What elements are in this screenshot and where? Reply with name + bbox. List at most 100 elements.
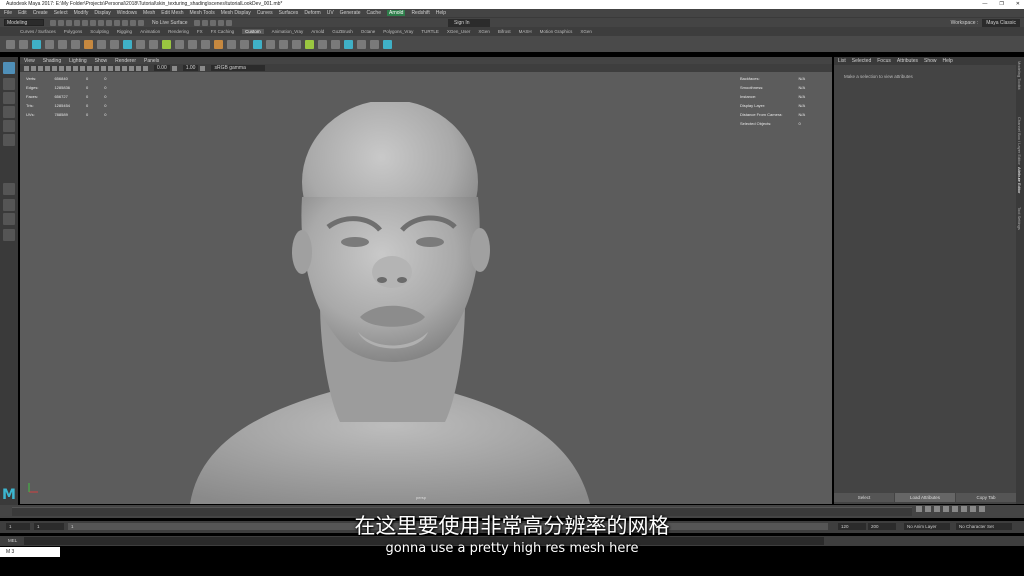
grid-icon[interactable]: [45, 65, 50, 71]
menu-surfaces[interactable]: Surfaces: [279, 10, 299, 16]
shelf-tool-icon[interactable]: [240, 39, 249, 49]
gamma-icon[interactable]: [143, 65, 148, 71]
redo-icon[interactable]: [82, 19, 88, 26]
shelf-tool-icon[interactable]: [97, 39, 106, 49]
shelf-tool-icon[interactable]: [188, 39, 197, 49]
shelf-tab-active[interactable]: Custom: [242, 29, 264, 34]
shelf-tool-icon[interactable]: [149, 39, 158, 49]
shelf-tool-icon[interactable]: [214, 39, 223, 49]
menu-cache[interactable]: Cache: [367, 10, 381, 16]
textured-icon[interactable]: [66, 65, 71, 71]
exposure-icon[interactable]: [136, 65, 141, 71]
shelf-tool-icon[interactable]: [201, 39, 210, 49]
color-space-dropdown[interactable]: sRGB gamma: [211, 65, 266, 71]
menu-modify[interactable]: Modify: [74, 10, 89, 16]
open-scene-icon[interactable]: [58, 19, 64, 26]
side-tab-modeling-toolkit[interactable]: Modeling Toolkit: [1017, 61, 1022, 90]
live-surface-field[interactable]: No Live Surface: [152, 20, 188, 26]
shelf-tab[interactable]: XGen: [580, 29, 592, 34]
shelf-tool-icon[interactable]: [6, 39, 15, 49]
side-tab-channel-box[interactable]: Channel Box / Layer Editor: [1017, 117, 1022, 165]
shelf-tab[interactable]: GoZBrush: [332, 29, 353, 34]
shelf-tab[interactable]: Sculpting: [90, 29, 109, 34]
shelf-tool-icon[interactable]: [32, 39, 41, 49]
shelf-tool-icon[interactable]: [383, 39, 392, 49]
viewport-panel[interactable]: View Shading Lighting Show Renderer Pane…: [20, 57, 832, 504]
ipr-render-icon[interactable]: [201, 19, 208, 26]
minimize-icon[interactable]: —: [982, 0, 987, 9]
shelf-tab[interactable]: Curves / Surfaces: [20, 29, 56, 34]
viewport-menu-view[interactable]: View: [24, 58, 35, 64]
hypershade-icon[interactable]: [217, 19, 224, 26]
shelf-tab[interactable]: Animation: [140, 29, 160, 34]
shelf-tool-icon[interactable]: [305, 39, 314, 49]
ae-menu-show[interactable]: Show: [924, 58, 937, 64]
mode-selector[interactable]: Modeling: [4, 19, 44, 26]
shelf-tool-icon[interactable]: [279, 39, 288, 49]
menu-edit[interactable]: Edit: [18, 10, 27, 16]
close-icon[interactable]: ✕: [1016, 0, 1020, 9]
snap-surface-icon[interactable]: [138, 19, 144, 26]
menu-deform[interactable]: Deform: [304, 10, 320, 16]
menu-create[interactable]: Create: [33, 10, 48, 16]
sign-in-button[interactable]: Sign In: [448, 19, 490, 27]
shelf-tab[interactable]: TURTLE: [421, 29, 438, 34]
shelf-tab[interactable]: FX: [197, 29, 203, 34]
render-settings-icon[interactable]: [209, 19, 216, 26]
menu-generate[interactable]: Generate: [340, 10, 361, 16]
shelf-tool-icon[interactable]: [110, 39, 119, 49]
shelf-tab[interactable]: MASH: [519, 29, 532, 34]
menu-arnold[interactable]: Arnold: [386, 10, 406, 16]
shelf-tool-icon[interactable]: [175, 39, 184, 49]
snap-point-icon[interactable]: [130, 19, 136, 26]
lights-icon[interactable]: [73, 65, 78, 71]
aa-icon[interactable]: [94, 65, 99, 71]
ae-menu-help[interactable]: Help: [943, 58, 953, 64]
shelf-tab[interactable]: FX Caching: [211, 29, 235, 34]
exposure-field[interactable]: 0.00: [154, 65, 170, 71]
ae-menu-attributes[interactable]: Attributes: [897, 58, 918, 64]
shelf-tool-icon[interactable]: [318, 39, 327, 49]
shelf-tab[interactable]: Motion Graphics: [540, 29, 573, 34]
undo-icon[interactable]: [74, 19, 80, 26]
wireframe-icon[interactable]: [52, 65, 57, 71]
shelf-tool-icon[interactable]: [357, 39, 366, 49]
new-scene-icon[interactable]: [50, 19, 56, 26]
workspace-selector[interactable]: Maya Classic: [982, 19, 1020, 27]
viewport-menu-panels[interactable]: Panels: [144, 58, 159, 64]
shelf-tool-icon[interactable]: [227, 39, 236, 49]
rotate-tool-icon[interactable]: [3, 120, 15, 132]
side-tab-attribute-editor[interactable]: Attribute Editor: [1017, 167, 1022, 193]
shelf-tab[interactable]: Octane: [361, 29, 376, 34]
ae-load-attributes-button[interactable]: Load Attributes: [895, 493, 955, 502]
sculpted-head-model[interactable]: [180, 102, 600, 504]
ae-menu-selected[interactable]: Selected: [852, 58, 871, 64]
shelf-tool-icon[interactable]: [19, 39, 28, 49]
menu-file[interactable]: File: [4, 10, 12, 16]
shelf-tool-icon[interactable]: [123, 39, 132, 49]
viewport-menu-show[interactable]: Show: [95, 58, 108, 64]
image-plane-icon[interactable]: [38, 65, 43, 71]
ae-menu-focus[interactable]: Focus: [877, 58, 891, 64]
paint-select-icon[interactable]: [3, 92, 15, 104]
shelf-tool-icon[interactable]: [370, 39, 379, 49]
viewport-menu-lighting[interactable]: Lighting: [69, 58, 87, 64]
shelf-tab[interactable]: Polygons_Vray: [383, 29, 413, 34]
scale-tool-icon[interactable]: [3, 134, 15, 146]
shelf-tab[interactable]: Rendering: [168, 29, 189, 34]
ae-copy-tab-button[interactable]: Copy Tab: [956, 493, 1016, 502]
bookmark-icon[interactable]: [31, 65, 36, 71]
menu-display[interactable]: Display: [94, 10, 110, 16]
side-tab-tool-settings[interactable]: Tool Settings: [1017, 207, 1022, 230]
layout-icon[interactable]: [3, 213, 15, 225]
select-hierarchy-icon[interactable]: [90, 19, 96, 26]
ae-menu-list[interactable]: List: [838, 58, 846, 64]
menu-select[interactable]: Select: [54, 10, 68, 16]
select-component-icon[interactable]: [106, 19, 112, 26]
shelf-tool-icon[interactable]: [266, 39, 275, 49]
xray-joints-icon[interactable]: [122, 65, 127, 71]
single-view-icon[interactable]: [3, 183, 15, 195]
menu-windows[interactable]: Windows: [117, 10, 137, 16]
shelf-tool-icon[interactable]: [58, 39, 67, 49]
select-tool-icon[interactable]: [3, 62, 15, 74]
